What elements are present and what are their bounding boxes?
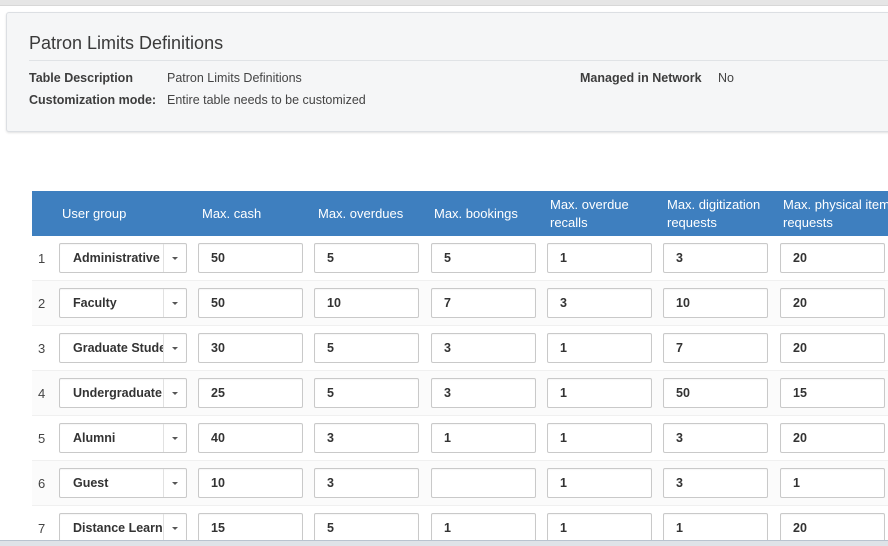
table-row: 4 Undergraduate <box>32 371 888 416</box>
row-number: 7 <box>38 521 46 536</box>
user-group-value: Graduate Student <box>73 341 163 355</box>
max-overdues-input[interactable] <box>314 423 419 453</box>
max-cash-input[interactable] <box>198 243 303 273</box>
table-row: 1 Administrative <box>32 236 888 281</box>
chevron-down-icon[interactable] <box>164 334 186 362</box>
header-max-bookings[interactable]: Max. bookings <box>434 191 544 236</box>
row-number: 4 <box>38 386 46 401</box>
row-number: 2 <box>38 296 46 311</box>
max-overdues-input[interactable] <box>314 378 419 408</box>
max-overdues-input[interactable] <box>314 243 419 273</box>
max-physical-item-requests-input[interactable] <box>780 288 885 318</box>
chevron-down-icon[interactable] <box>164 289 186 317</box>
user-group-value: Faculty <box>73 296 117 310</box>
header-max-digitization-requests[interactable]: Max. digitization requests <box>667 191 775 236</box>
horizontal-scrollbar[interactable] <box>0 540 888 546</box>
customization-mode-value: Entire table needs to be customized <box>167 93 366 107</box>
max-physical-item-requests-input[interactable] <box>780 468 885 498</box>
table-row: 5 Alumni <box>32 416 888 461</box>
chevron-down-icon[interactable] <box>164 469 186 497</box>
max-bookings-input[interactable] <box>431 378 536 408</box>
max-overdue-recalls-input[interactable] <box>547 513 652 543</box>
max-digitization-requests-input[interactable] <box>663 243 768 273</box>
user-group-select[interactable]: Alumni <box>59 423 187 453</box>
top-bar <box>0 0 888 6</box>
table-description-value: Patron Limits Definitions <box>167 71 302 85</box>
max-bookings-input[interactable] <box>431 243 536 273</box>
user-group-value: Alumni <box>73 431 116 445</box>
max-physical-item-requests-input[interactable] <box>780 513 885 543</box>
max-physical-item-requests-input[interactable] <box>780 378 885 408</box>
user-group-select[interactable]: Guest <box>59 468 187 498</box>
user-group-value: Administrative <box>73 251 160 265</box>
chevron-down-icon[interactable] <box>164 379 186 407</box>
max-digitization-requests-input[interactable] <box>663 288 768 318</box>
max-physical-item-requests-input[interactable] <box>780 423 885 453</box>
max-bookings-input[interactable] <box>431 513 536 543</box>
grid-header-row: User group Max. cash Max. overdues Max. … <box>32 191 888 236</box>
max-physical-item-requests-input[interactable] <box>780 333 885 363</box>
max-overdue-recalls-input[interactable] <box>547 468 652 498</box>
customization-mode-label: Customization mode: <box>29 93 157 107</box>
max-overdues-input[interactable] <box>314 333 419 363</box>
max-overdue-recalls-input[interactable] <box>547 423 652 453</box>
user-group-value: Distance Learner <box>73 521 163 535</box>
max-cash-input[interactable] <box>198 288 303 318</box>
header-max-cash[interactable]: Max. cash <box>202 191 302 236</box>
max-bookings-input[interactable] <box>431 288 536 318</box>
user-group-select[interactable]: Distance Learner <box>59 513 187 543</box>
managed-in-network-label: Managed in Network <box>580 71 702 85</box>
max-cash-input[interactable] <box>198 513 303 543</box>
max-bookings-input[interactable] <box>431 468 536 498</box>
user-group-value: Undergraduate <box>73 386 162 400</box>
max-physical-item-requests-input[interactable] <box>780 243 885 273</box>
max-overdue-recalls-input[interactable] <box>547 288 652 318</box>
max-cash-input[interactable] <box>198 378 303 408</box>
max-digitization-requests-input[interactable] <box>663 513 768 543</box>
header-user-group[interactable]: User group <box>62 191 182 236</box>
table-row: 6 Guest <box>32 461 888 506</box>
user-group-select[interactable]: Graduate Student <box>59 333 187 363</box>
max-overdue-recalls-input[interactable] <box>547 333 652 363</box>
chevron-down-icon[interactable] <box>164 244 186 272</box>
table-row: 3 Graduate Student <box>32 326 888 371</box>
user-group-select[interactable]: Administrative <box>59 243 187 273</box>
table-description-label: Table Description <box>29 71 133 85</box>
max-bookings-input[interactable] <box>431 333 536 363</box>
max-cash-input[interactable] <box>198 423 303 453</box>
title-divider <box>29 60 888 61</box>
table-info-panel: Patron Limits Definitions Table Descript… <box>6 12 888 132</box>
chevron-down-icon[interactable] <box>164 514 186 542</box>
max-overdues-input[interactable] <box>314 468 419 498</box>
page-title: Patron Limits Definitions <box>29 33 224 53</box>
max-overdues-input[interactable] <box>314 288 419 318</box>
max-digitization-requests-input[interactable] <box>663 333 768 363</box>
max-overdues-input[interactable] <box>314 513 419 543</box>
header-max-physical-item-requests[interactable]: Max. physical item requests <box>783 191 888 236</box>
max-digitization-requests-input[interactable] <box>663 423 768 453</box>
user-group-select[interactable]: Undergraduate <box>59 378 187 408</box>
user-group-value: Guest <box>73 476 109 490</box>
max-digitization-requests-input[interactable] <box>663 378 768 408</box>
header-max-overdue-recalls[interactable]: Max. overdue recalls <box>550 191 658 236</box>
row-number: 6 <box>38 476 46 491</box>
max-cash-input[interactable] <box>198 468 303 498</box>
max-overdue-recalls-input[interactable] <box>547 243 652 273</box>
patron-limits-grid: User group Max. cash Max. overdues Max. … <box>32 191 888 543</box>
row-number: 5 <box>38 431 46 446</box>
header-max-overdues[interactable]: Max. overdues <box>318 191 428 236</box>
table-row: 2 Faculty <box>32 281 888 326</box>
table-row: 7 Distance Learner <box>32 506 888 543</box>
chevron-down-icon[interactable] <box>164 424 186 452</box>
row-number: 1 <box>38 251 46 266</box>
max-cash-input[interactable] <box>198 333 303 363</box>
row-number: 3 <box>38 341 46 356</box>
max-bookings-input[interactable] <box>431 423 536 453</box>
managed-in-network-value: No <box>718 71 734 85</box>
max-overdue-recalls-input[interactable] <box>547 378 652 408</box>
user-group-select[interactable]: Faculty <box>59 288 187 318</box>
max-digitization-requests-input[interactable] <box>663 468 768 498</box>
